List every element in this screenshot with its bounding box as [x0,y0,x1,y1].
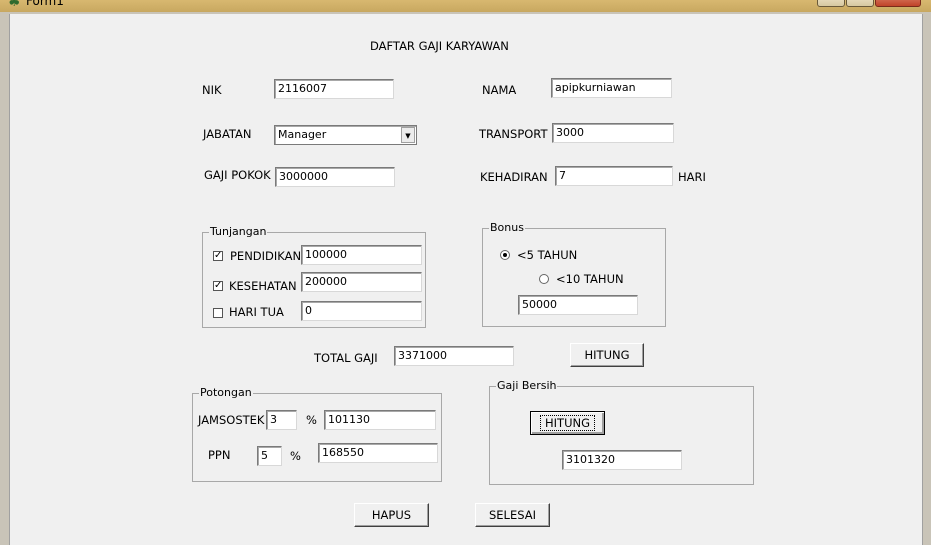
maximize-button[interactable] [846,0,874,7]
jamsostek-label: JAMSOSTEK [198,413,265,427]
close-button[interactable] [875,0,921,7]
jabatan-label: JABATAN [203,127,252,141]
tunjangan-group: Tunjangan ✓ PENDIDIKAN 100000 ✓ KESEHATA… [202,225,426,328]
gaji-bersih-field[interactable]: 3101320 [562,450,682,470]
potongan-title: Potongan [199,386,253,399]
kesehatan-field[interactable]: 200000 [301,272,422,292]
bonus-under5-radio[interactable] [500,250,510,260]
jabatan-selected: Manager [278,128,327,141]
nik-field[interactable]: 2116007 [274,79,394,99]
hari-tua-label: HARI TUA [229,305,284,319]
bonus-title: Bonus [489,221,525,234]
minimize-button[interactable] [817,0,845,7]
ppn-percent-field[interactable]: 5 [257,446,282,466]
form-client-area: DAFTAR GAJI KARYAWAN NIK 2116007 NAMA ap… [9,14,923,545]
transport-label: TRANSPORT [479,127,548,141]
window-controls [816,0,921,7]
kehadiran-unit: HARI [678,170,706,184]
total-gaji-label: TOTAL GAJI [314,351,378,365]
gaji-bersih-title: Gaji Bersih [496,379,558,392]
chevron-down-icon[interactable]: ▼ [401,127,415,143]
kesehatan-checkbox[interactable]: ✓ [213,281,223,291]
hari-tua-field[interactable]: 0 [301,301,422,321]
kehadiran-label: KEHADIRAN [480,170,548,184]
pendidikan-field[interactable]: 100000 [301,245,422,265]
gaji-bersih-group: Gaji Bersih HITUNG 3101320 [489,379,754,485]
nama-field[interactable]: apipkurniawan [551,78,672,98]
hitung-total-button[interactable]: HITUNG [570,343,644,367]
potongan-group: Potongan JAMSOSTEK 3 % 101130 PPN 5 % 16… [192,386,442,482]
bonus-under10-radio[interactable] [539,274,549,284]
window-title: Form1 [26,0,64,8]
hitung-bersih-label: HITUNG [540,415,595,431]
gaji-pokok-label: GAJI POKOK [204,168,271,182]
kesehatan-label: KESEHATAN [229,279,297,293]
pendidikan-label: PENDIDIKAN [230,249,302,263]
jamsostek-percent-sign: % [306,413,317,427]
bonus-under5-label: <5 TAHUN [517,248,578,262]
selesai-button[interactable]: SELESAI [475,503,550,527]
app-icon: ♣ [8,0,21,10]
jabatan-select[interactable]: Manager ▼ [274,125,417,145]
nik-label: NIK [202,83,222,97]
form-title: DAFTAR GAJI KARYAWAN [370,39,509,53]
ppn-value-field[interactable]: 168550 [318,443,438,463]
jamsostek-value-field[interactable]: 101130 [324,410,436,430]
hitung-bersih-button[interactable]: HITUNG [530,411,605,435]
bonus-under10-label: <10 TAHUN [556,272,624,286]
gaji-pokok-field[interactable]: 3000000 [275,167,395,187]
transport-field[interactable]: 3000 [552,123,674,143]
hari-tua-checkbox[interactable] [213,308,223,318]
nama-label: NAMA [482,83,517,97]
title-bar: ♣ Form1 [0,0,931,12]
jamsostek-percent-field[interactable]: 3 [266,410,297,430]
bonus-group: Bonus <5 TAHUN <10 TAHUN 50000 [482,221,666,327]
tunjangan-title: Tunjangan [209,225,268,238]
total-gaji-field[interactable]: 3371000 [394,346,514,366]
hapus-button[interactable]: HAPUS [354,503,429,527]
pendidikan-checkbox[interactable]: ✓ [213,251,223,261]
bonus-field[interactable]: 50000 [518,295,638,315]
ppn-percent-sign: % [290,449,301,463]
ppn-label: PPN [208,448,231,462]
kehadiran-field[interactable]: 7 [555,166,673,186]
